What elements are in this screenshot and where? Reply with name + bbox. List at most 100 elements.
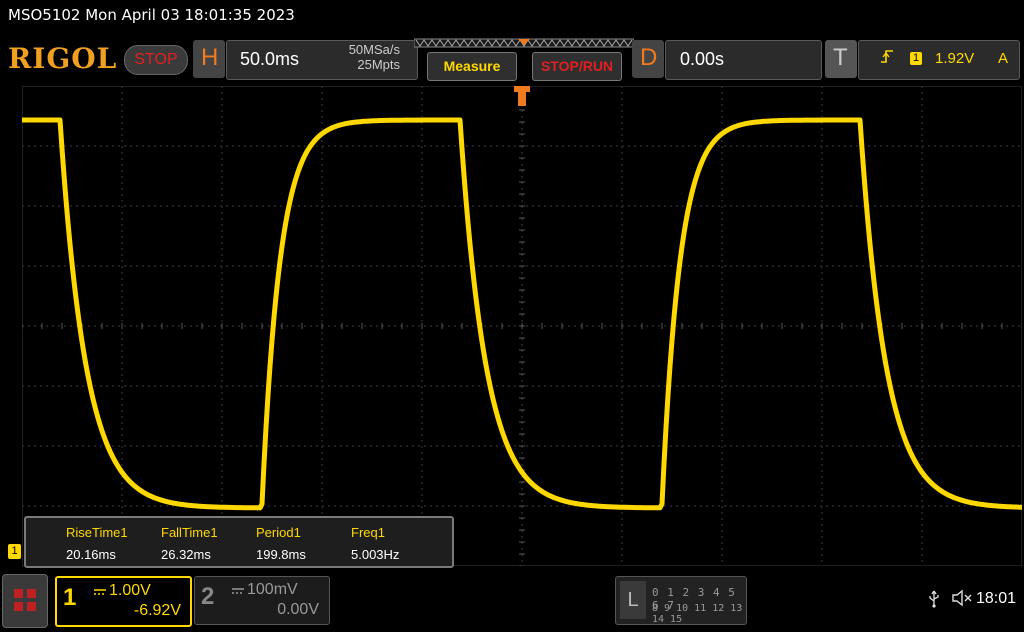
grid-tick: [519, 361, 525, 363]
grid-tick: [519, 337, 525, 339]
grid-tick: [519, 373, 525, 375]
grid-tick: [519, 265, 525, 267]
trigger-source-badge: 1: [910, 52, 922, 65]
logic-analyzer-panel[interactable]: L 0 1 2 3 4 5 6 7 8 9 10 11 12 13 14 15: [615, 576, 747, 625]
delay-menu-button[interactable]: D: [632, 40, 664, 78]
grid-tick: [761, 323, 763, 329]
horizontal-menu-button[interactable]: H: [193, 40, 225, 78]
grid-tick: [701, 323, 703, 329]
grid-tick: [61, 323, 63, 329]
grid-tick: [621, 323, 623, 329]
rigol-logo: RIGOL: [8, 42, 118, 75]
grid-tick: [519, 421, 525, 423]
grid-tick: [801, 323, 803, 329]
grid-tick: [519, 505, 525, 507]
grid-tick: [519, 445, 525, 447]
grid-tick: [519, 157, 525, 159]
ch1-ground-marker[interactable]: 1: [8, 544, 21, 559]
grid-tick: [519, 205, 525, 207]
horizontal-letter: H: [201, 44, 219, 71]
grid-tick: [281, 323, 283, 329]
delay-value: 0.00s: [680, 49, 725, 69]
grid-tick: [519, 349, 525, 351]
grid-tick: [519, 289, 525, 291]
grid-tick: [721, 323, 723, 329]
grid-tick: [961, 323, 963, 329]
measurement-header: Freq1: [351, 525, 385, 540]
grid-tick: [821, 323, 823, 329]
grid-tick: [201, 323, 203, 329]
grid-tick: [519, 181, 525, 183]
ch1-offset: -6.92V: [133, 602, 181, 619]
waveform-display[interactable]: [22, 86, 1022, 566]
dc-coupling-icon: [232, 588, 244, 594]
run-state-badge[interactable]: STOP: [124, 45, 188, 75]
grid-tick: [519, 121, 525, 123]
trigger-letter: T: [833, 44, 848, 71]
grid-tick: [261, 323, 263, 329]
grid-tick: [321, 323, 323, 329]
grid-tick: [41, 323, 43, 329]
grid-tick: [121, 323, 123, 329]
grid-tick: [561, 323, 563, 329]
grid-tick: [841, 323, 843, 329]
ch1-number: 1: [63, 584, 77, 611]
ch2-offset: 0.00V: [277, 601, 319, 618]
grid-tick: [461, 323, 463, 329]
grid-tick: [661, 323, 663, 329]
trigger-menu-button[interactable]: T: [825, 40, 857, 78]
grid-tick: [519, 253, 525, 255]
grid-tick: [941, 323, 943, 329]
run-state-label: STOP: [134, 51, 178, 68]
rising-edge-icon: [881, 50, 893, 63]
grid-tick: [581, 323, 583, 329]
grid-tick: [921, 323, 923, 329]
grid-tick: [519, 481, 525, 483]
grid-tick: [141, 323, 143, 329]
stop-run-button[interactable]: STOP/RUN: [532, 52, 622, 81]
grid-tick: [519, 553, 525, 555]
ch1-settings[interactable]: 1 1.00V -6.92V: [55, 576, 192, 627]
ch2-settings[interactable]: 2 100mV 0.00V: [194, 576, 330, 625]
grid-tick: [161, 323, 163, 329]
grid-tick: [901, 323, 903, 329]
measurement-panel[interactable]: RiseTime1 FallTime1 Period1 Freq1 20.16m…: [24, 516, 454, 568]
timebase-value: 50.0ms: [240, 49, 300, 69]
measure-button[interactable]: Measure: [427, 52, 517, 81]
grid-menu-icon: [14, 589, 36, 611]
measurement-header: FallTime1: [161, 525, 218, 540]
grid-tick: [781, 323, 783, 329]
memory-depth: 25Mpts: [357, 57, 400, 72]
grid-tick: [681, 323, 683, 329]
grid-tick: [601, 323, 603, 329]
grid-tick: [519, 565, 525, 566]
grid-tick: [441, 323, 443, 329]
grid-tick: [519, 217, 525, 219]
title-bar: MSO5102 Mon April 03 18:01:35 2023: [0, 0, 1024, 32]
grid-tick: [519, 325, 525, 327]
speaker-muted-icon[interactable]: [951, 588, 973, 608]
grid-tick: [341, 323, 343, 329]
grid-tick: [861, 323, 863, 329]
grid-tick: [361, 323, 363, 329]
grid-tick: [519, 433, 525, 435]
grid-tick: [22, 323, 23, 329]
grid-tick: [381, 323, 383, 329]
grid-tick: [519, 541, 525, 543]
grid-tick: [301, 323, 303, 329]
trigger-position-strip: [414, 38, 634, 48]
trigger-position-marker: [514, 86, 530, 106]
measurement-value: 20.16ms: [66, 547, 116, 562]
grid-tick: [181, 323, 183, 329]
system-clock: 18:01: [976, 590, 1017, 607]
grid-tick: [519, 109, 525, 111]
grid-tick: [519, 229, 525, 231]
main-menu-button[interactable]: [2, 574, 48, 628]
grid-tick: [519, 277, 525, 279]
grid-tick: [519, 517, 525, 519]
grid-tick: [519, 133, 525, 135]
grid-tick: [519, 145, 525, 147]
grid-tick: [519, 313, 525, 315]
delay-letter: D: [640, 44, 658, 71]
logic-channels-row2: 8 9 10 11 12 13 14 15: [652, 603, 743, 625]
